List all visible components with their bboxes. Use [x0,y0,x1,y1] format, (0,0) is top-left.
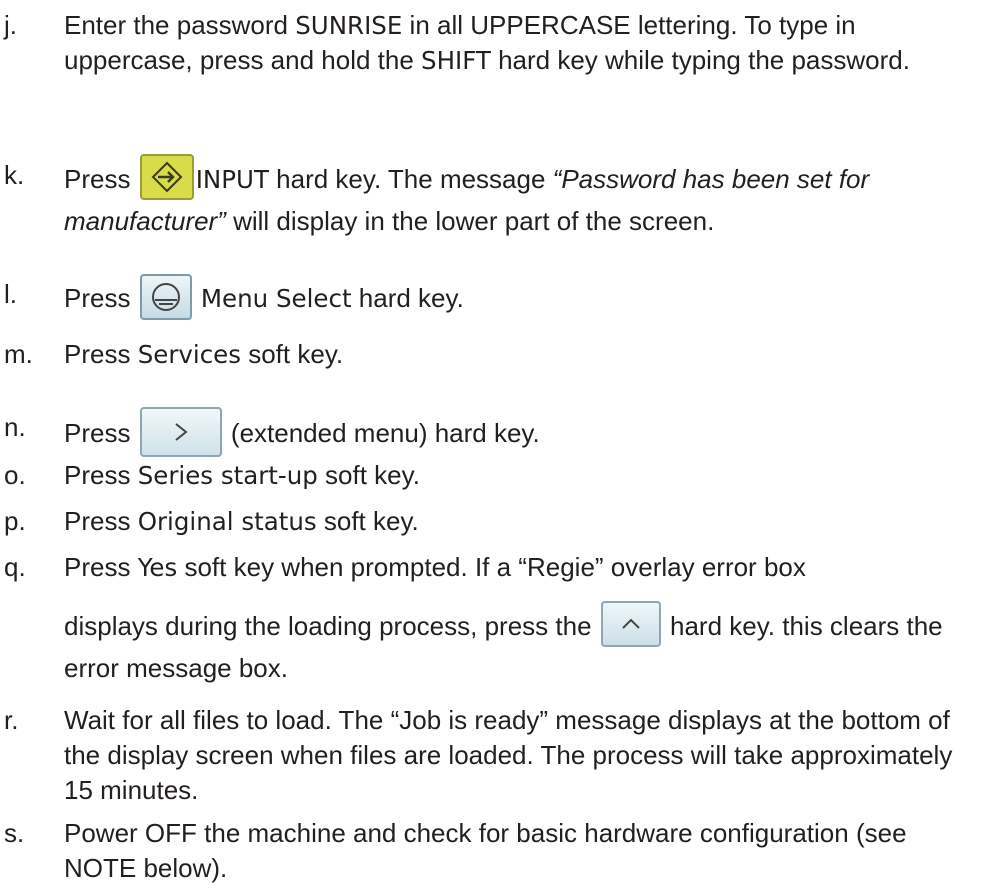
step-text-part: Press [64,282,138,313]
step-text: Enter the password SUNRISE in all UPPERC… [64,8,976,78]
step-text: Press Original status soft key. [64,504,976,539]
step-text-part: Wait for all files to load. The “Job is … [64,705,953,805]
input-key-icon [139,154,194,200]
step-letter: p. [4,506,26,536]
step-text: Power OFF the machine and check for basi… [64,816,976,886]
menu-select-icon [139,274,192,320]
step-text-part: Press [64,339,138,369]
services-keyword: Services [137,340,241,369]
chevron-right-icon [139,407,222,457]
step-letter: n. [4,412,26,442]
step-text-part: hard key while typing the password. [490,45,910,75]
step-text-part: (extended menu) hard key. [230,417,540,448]
step-text: Press (extended menu) hard key. [64,407,976,460]
step-text-part: Press [64,163,138,194]
step-text-part: hard key. [351,282,464,313]
chevron-up-icon [600,601,661,647]
step-text-part: Press [64,460,138,490]
step-text-part: soft key when prompted. If a “Regie” ove… [177,552,806,582]
step-letter: s. [4,818,25,848]
shift-keyword: SHIFT [421,46,491,75]
input-keyword: INPUT [195,164,269,194]
step-letter: l. [4,279,17,309]
step-q-line-1: Press Yes soft key when prompted. If a “… [64,550,976,585]
series-start-up-keyword: Series start-up [137,461,318,490]
step-text-part: Enter the password [64,10,296,40]
step-text: Press Menu Select hard key. [64,274,976,323]
yes-keyword: Yes [137,553,178,582]
step-text: Press Yes soft key when prompted. If a “… [64,550,976,686]
step-letter: r. [4,705,19,735]
step-text-part: will display in the lower part of the sc… [225,206,715,236]
step-text: Press Series start-up soft key. [64,458,976,493]
step-text-part: soft key. [317,460,420,490]
step-text-part: displays during the loading process, pre… [64,610,599,641]
step-text-part: Press [64,552,138,582]
step-text-part: hard key. The message [268,163,553,194]
step-letter: j. [4,10,17,40]
original-status-keyword: Original status [137,507,317,536]
step-letter: m. [4,339,33,369]
step-q-line-2: displays during the loading process, pre… [64,601,976,686]
menu-select-keyword: Menu Select [200,283,352,313]
step-text: Press INPUT hard key. The message “Passw… [64,154,976,239]
step-text: Press Services soft key. [64,337,976,372]
step-text-part: soft key. [241,339,344,369]
password-keyword: SUNRISE [295,11,403,40]
step-letter: k. [4,160,25,190]
step-text-part: Power OFF the machine and check for basi… [64,818,907,883]
step-letter: o. [4,460,26,490]
step-letter: q. [4,552,26,582]
step-text: Wait for all files to load. The “Job is … [64,703,976,808]
step-text-part: soft key. [316,506,419,536]
step-text-part: Press [64,417,138,448]
step-text-part: Press [64,506,138,536]
